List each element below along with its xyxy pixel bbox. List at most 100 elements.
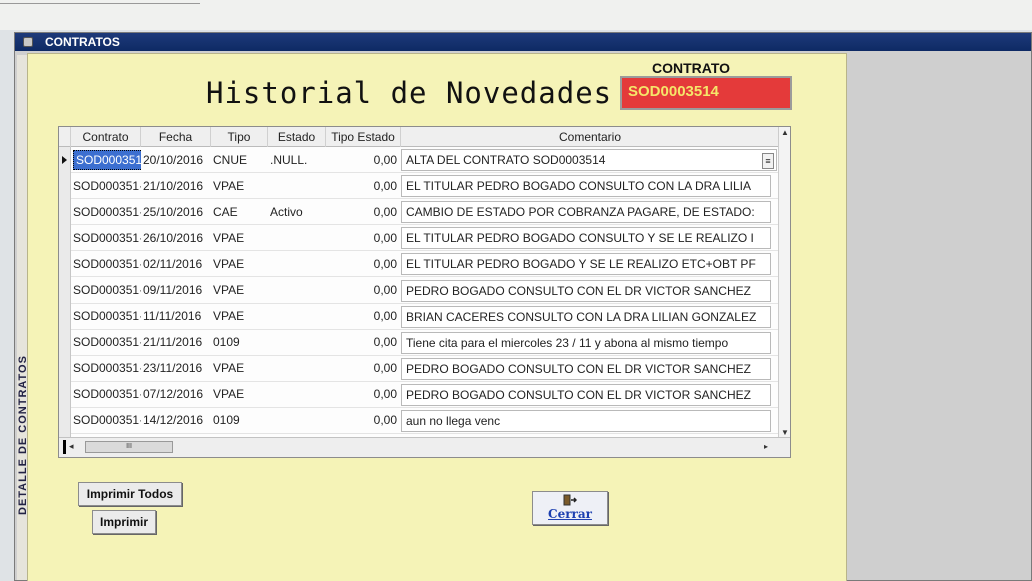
- vertical-scrollbar[interactable]: ▲ ▼: [778, 127, 790, 439]
- cell-estado[interactable]: .NULL.: [268, 147, 326, 172]
- column-header-tipo-estado[interactable]: Tipo Estado: [326, 127, 401, 147]
- cell-estado[interactable]: [268, 277, 326, 302]
- cell-comentario[interactable]: PEDRO BOGADO CONSULTO CON EL DR VICTOR S…: [401, 383, 771, 406]
- cell-fecha[interactable]: 26/10/2016: [141, 225, 211, 250]
- cell-estado[interactable]: Activo: [268, 199, 326, 224]
- memo-expand-icon[interactable]: ≡: [762, 153, 774, 170]
- grid-rows: SOD000351 20/10/2016 CNUE .NULL. 0,00 AL…: [71, 147, 780, 435]
- cell-contrato[interactable]: SOD000351·: [71, 199, 141, 224]
- cell-comentario[interactable]: CAMBIO DE ESTADO POR COBRANZA PAGARE, DE…: [401, 201, 771, 224]
- cell-fecha[interactable]: 21/10/2016: [141, 173, 211, 198]
- cell-fecha[interactable]: 25/10/2016: [141, 199, 211, 224]
- cell-contrato[interactable]: SOD000351·: [71, 356, 141, 381]
- cell-comentario[interactable]: EL TITULAR PEDRO BOGADO CONSULTO Y SE LE…: [401, 227, 771, 250]
- cell-tipo-estado[interactable]: 0,00: [326, 277, 401, 302]
- cell-tipo-estado[interactable]: 0,00: [326, 199, 401, 224]
- table-row[interactable]: SOD000351· 21/10/2016 VPAE 0,00 EL TITUL…: [71, 173, 780, 200]
- cell-estado[interactable]: [268, 382, 326, 407]
- cell-contrato[interactable]: SOD000351: [71, 147, 141, 172]
- cell-tipo[interactable]: CNUE: [211, 147, 268, 172]
- horizontal-scroll-thumb[interactable]: III: [85, 441, 173, 453]
- cell-contrato[interactable]: SOD000351·: [71, 173, 141, 198]
- cell-tipo-estado[interactable]: 0,00: [326, 173, 401, 198]
- table-row[interactable]: SOD000351· 09/11/2016 VPAE 0,00 PEDRO BO…: [71, 277, 780, 304]
- scroll-up-icon[interactable]: ▲: [779, 127, 790, 139]
- cell-tipo[interactable]: VPAE: [211, 382, 268, 407]
- cell-estado[interactable]: [268, 225, 326, 250]
- close-button[interactable]: Cerrar: [532, 491, 608, 525]
- cell-tipo[interactable]: 0109: [211, 408, 268, 433]
- cell-tipo[interactable]: VPAE: [211, 277, 268, 302]
- window-title-bar[interactable]: CONTRATOS: [15, 33, 1031, 51]
- table-row[interactable]: SOD000351· 21/11/2016 0109 0,00 Tiene ci…: [71, 330, 780, 356]
- cell-estado[interactable]: [268, 173, 326, 198]
- cell-fecha[interactable]: 09/11/2016: [141, 277, 211, 302]
- cell-tipo[interactable]: 0109: [211, 330, 268, 355]
- cell-fecha[interactable]: 20/10/2016: [141, 147, 211, 172]
- scroll-left-icon[interactable]: ◂: [69, 441, 74, 452]
- cell-contrato[interactable]: SOD000351·: [71, 382, 141, 407]
- window-title: CONTRATOS: [45, 35, 120, 49]
- cell-comentario[interactable]: Tiene cita para el miercoles 23 / 11 y a…: [401, 331, 771, 354]
- cell-estado[interactable]: [268, 356, 326, 381]
- table-row[interactable]: SOD000351· 07/12/2016 VPAE 0,00 PEDRO BO…: [71, 382, 780, 408]
- column-header-tipo[interactable]: Tipo: [211, 127, 268, 147]
- table-row[interactable]: SOD000351· 23/11/2016 VPAE 0,00 PEDRO BO…: [71, 356, 780, 382]
- print-button[interactable]: Imprimir: [92, 510, 156, 534]
- cell-estado[interactable]: [268, 304, 326, 329]
- cell-estado[interactable]: [268, 408, 326, 433]
- table-row[interactable]: SOD000351· 25/10/2016 CAE Activo 0,00 CA…: [71, 199, 780, 226]
- column-header-comentario[interactable]: Comentario: [401, 127, 780, 147]
- cell-tipo-estado[interactable]: 0,00: [326, 304, 401, 329]
- novedades-grid[interactable]: Contrato Fecha Tipo Estado Tipo Estado C…: [58, 126, 791, 458]
- cell-tipo-estado[interactable]: 0,00: [326, 382, 401, 407]
- cell-tipo-estado[interactable]: 0,00: [326, 356, 401, 381]
- table-row[interactable]: SOD000351· 11/11/2016 VPAE 0,00 BRIAN CA…: [71, 304, 780, 330]
- table-row[interactable]: SOD000351· 14/12/2016 0109 0,00 aun no l…: [71, 408, 780, 435]
- cell-fecha[interactable]: 02/11/2016: [141, 251, 211, 276]
- cell-contrato[interactable]: SOD000351·: [71, 330, 141, 355]
- cell-estado[interactable]: [268, 330, 326, 355]
- cell-comentario[interactable]: aun no llega venc: [401, 409, 771, 432]
- column-header-fecha[interactable]: Fecha: [141, 127, 211, 147]
- cell-fecha[interactable]: 07/12/2016: [141, 382, 211, 407]
- table-row[interactable]: SOD000351 20/10/2016 CNUE .NULL. 0,00 AL…: [71, 147, 780, 174]
- cell-contrato[interactable]: SOD000351·: [71, 304, 141, 329]
- window-menu-icon[interactable]: [23, 37, 33, 47]
- cell-tipo[interactable]: VPAE: [211, 225, 268, 250]
- cell-tipo[interactable]: CAE: [211, 199, 268, 224]
- cell-tipo-estado[interactable]: 0,00: [326, 147, 401, 172]
- cell-comentario[interactable]: PEDRO BOGADO CONSULTO CON EL DR VICTOR S…: [401, 357, 771, 380]
- cell-tipo[interactable]: VPAE: [211, 356, 268, 381]
- cell-comentario[interactable]: BRIAN CACERES CONSULTO CON LA DRA LILIAN…: [401, 305, 771, 328]
- column-header-estado[interactable]: Estado: [268, 127, 326, 147]
- cell-fecha[interactable]: 11/11/2016: [141, 304, 211, 329]
- cell-comentario[interactable]: EL TITULAR PEDRO BOGADO Y SE LE REALIZO …: [401, 253, 771, 276]
- column-header-contrato[interactable]: Contrato: [71, 127, 141, 147]
- table-row[interactable]: SOD000351· 02/11/2016 VPAE 0,00 EL TITUL…: [71, 251, 780, 278]
- cell-contrato[interactable]: SOD000351·: [71, 251, 141, 276]
- cell-comentario[interactable]: EL TITULAR PEDRO BOGADO CONSULTO CON LA …: [401, 175, 771, 198]
- print-all-button[interactable]: Imprimir Todos: [78, 482, 182, 506]
- cell-fecha[interactable]: 21/11/2016: [141, 330, 211, 355]
- cell-tipo-estado[interactable]: 0,00: [326, 408, 401, 433]
- cell-contrato[interactable]: SOD000351·: [71, 277, 141, 302]
- cell-fecha[interactable]: 14/12/2016: [141, 408, 211, 433]
- cell-comentario[interactable]: PEDRO BOGADO CONSULTO CON EL DR VICTOR S…: [401, 279, 771, 302]
- cell-tipo[interactable]: VPAE: [211, 251, 268, 276]
- cell-tipo[interactable]: VPAE: [211, 304, 268, 329]
- cell-tipo-estado[interactable]: 0,00: [326, 330, 401, 355]
- selected-cell[interactable]: SOD000351: [73, 149, 141, 170]
- cell-contrato[interactable]: SOD000351·: [71, 225, 141, 250]
- cell-tipo-estado[interactable]: 0,00: [326, 251, 401, 276]
- close-button-label: Cerrar: [548, 507, 592, 521]
- scroll-right-icon[interactable]: ▸: [764, 442, 768, 451]
- cell-tipo[interactable]: VPAE: [211, 173, 268, 198]
- table-row[interactable]: SOD000351· 26/10/2016 VPAE 0,00 EL TITUL…: [71, 225, 780, 252]
- horizontal-scrollbar[interactable]: ◂ III ▸: [59, 437, 790, 457]
- cell-comentario[interactable]: ALTA DEL CONTRATO SOD0003514 ≡: [401, 149, 777, 172]
- cell-contrato[interactable]: SOD000351·: [71, 408, 141, 433]
- cell-estado[interactable]: [268, 251, 326, 276]
- cell-fecha[interactable]: 23/11/2016: [141, 356, 211, 381]
- cell-tipo-estado[interactable]: 0,00: [326, 225, 401, 250]
